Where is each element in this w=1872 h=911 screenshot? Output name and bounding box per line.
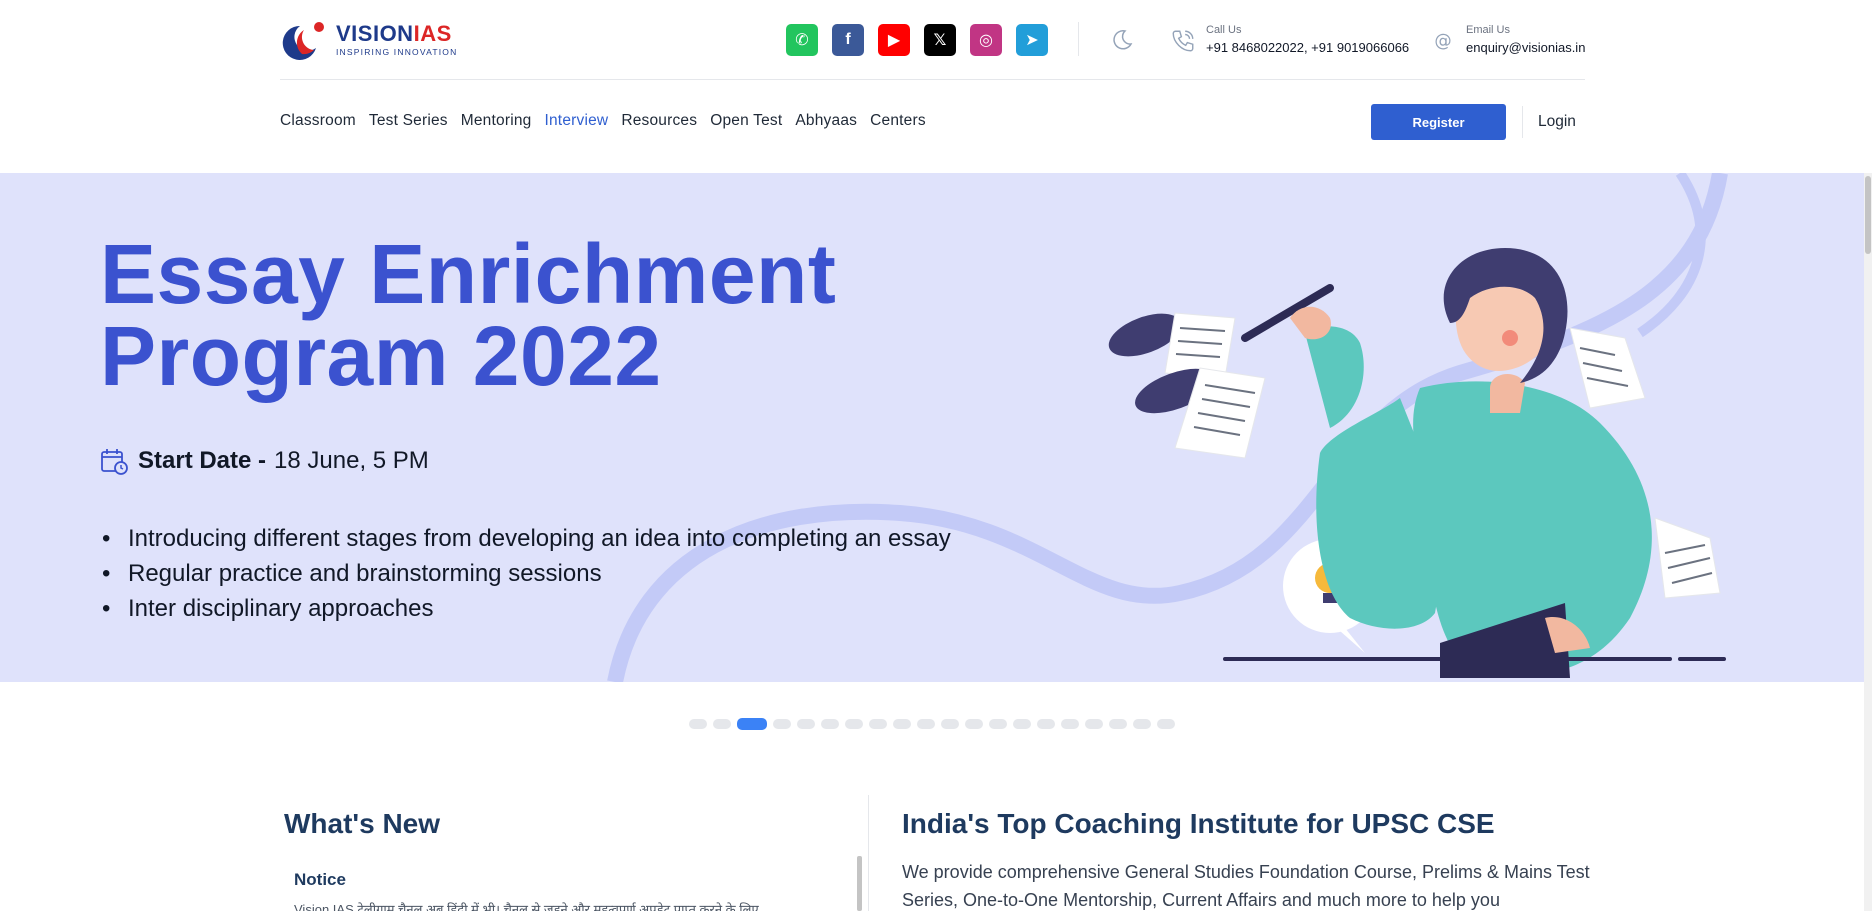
- banner-title-line2: Program 2022: [100, 309, 662, 403]
- banner-bullet-item: Introducing different stages from develo…: [102, 521, 951, 556]
- brand-name: VISIONIAS: [336, 23, 457, 45]
- contact-email[interactable]: @ Email Us enquiry@visionias.in: [1430, 24, 1585, 55]
- divider: [1078, 22, 1079, 56]
- carousel-dot[interactable]: [1013, 719, 1031, 729]
- youtube-icon[interactable]: ▶: [878, 24, 910, 56]
- carousel-dot[interactable]: [1085, 719, 1103, 729]
- nav-item-mentoring[interactable]: Mentoring: [461, 112, 532, 130]
- whatsapp-icon[interactable]: ✆: [786, 24, 818, 56]
- brand-name-part1: VISION: [336, 21, 414, 47]
- carousel-dot[interactable]: [1061, 719, 1079, 729]
- notice-heading: Notice: [294, 870, 346, 889]
- register-button[interactable]: Register: [1371, 104, 1506, 140]
- carousel-dot[interactable]: [989, 719, 1007, 729]
- facebook-icon[interactable]: f: [832, 24, 864, 56]
- nav-item-abhyaas[interactable]: Abhyaas: [795, 112, 857, 130]
- nav-item-test-series[interactable]: Test Series: [369, 112, 448, 130]
- contact-phone[interactable]: Call Us +91 8468022022, +91 9019066066: [1170, 24, 1409, 55]
- banner-bullet-item: Inter disciplinary approaches: [102, 591, 951, 626]
- carousel-indicators: [689, 718, 1175, 730]
- column-divider: [868, 795, 869, 911]
- call-label: Call Us: [1206, 24, 1242, 36]
- carousel-dot[interactable]: [965, 719, 983, 729]
- start-date-value: 18 June, 5 PM: [274, 447, 429, 474]
- carousel-dot[interactable]: [821, 719, 839, 729]
- call-value: +91 8468022022, +91 9019066066: [1206, 40, 1410, 55]
- brand-name-part2: IAS: [413, 21, 452, 47]
- carousel-dot[interactable]: [1037, 719, 1055, 729]
- about-heading: India's Top Coaching Institute for UPSC …: [902, 808, 1495, 839]
- carousel-dot[interactable]: [689, 719, 707, 729]
- nav-item-interview[interactable]: Interview: [544, 112, 608, 130]
- logo-text: VISIONIAS INSPIRING INNOVATION: [336, 23, 457, 57]
- carousel-dot[interactable]: [893, 719, 911, 729]
- page-scrollbar-thumb[interactable]: [1865, 176, 1871, 254]
- carousel-dot[interactable]: [869, 719, 887, 729]
- divider: [1522, 106, 1523, 138]
- telegram-icon[interactable]: ➤: [1016, 24, 1048, 56]
- logo[interactable]: VISIONIAS INSPIRING INNOVATION: [280, 20, 457, 60]
- email-value: enquiry@visionias.in: [1466, 40, 1586, 55]
- nav-item-classroom[interactable]: Classroom: [280, 112, 356, 130]
- phone-icon: [1172, 30, 1194, 52]
- carousel-dot[interactable]: [797, 719, 815, 729]
- at-icon: @: [1434, 31, 1451, 51]
- carousel-dot[interactable]: [713, 719, 731, 729]
- nav-item-open-test[interactable]: Open Test: [710, 112, 782, 130]
- social-links: ✆ f ▶ 𝕏 ◎ ➤: [786, 24, 1048, 56]
- banner-title: Essay Enrichment Program 2022: [100, 227, 837, 403]
- nav-item-resources[interactable]: Resources: [621, 112, 697, 130]
- page-scrollbar-track[interactable]: [1864, 173, 1872, 911]
- hero-banner[interactable]: Essay Enrichment Program 2022 Start Date…: [0, 173, 1864, 682]
- whats-new-scrollbar[interactable]: [857, 856, 862, 911]
- moon-icon: [1113, 30, 1133, 50]
- x-icon[interactable]: 𝕏: [924, 24, 956, 56]
- main-nav: Classroom Test Series Mentoring Interview Re…: [280, 112, 926, 130]
- notice-text[interactable]: Vision IAS टेलीग्राम चैनल अब हिंदी में भ…: [294, 900, 759, 911]
- banner-bullet-item: Regular practice and brainstorming sessi…: [102, 556, 951, 591]
- banner-bullet-list: Introducing different stages from develo…: [102, 521, 951, 626]
- banner-title-line1: Essay Enrichment: [100, 227, 837, 321]
- brand-tagline: INSPIRING INNOVATION: [336, 47, 458, 58]
- carousel-dot[interactable]: [917, 719, 935, 729]
- about-text: We provide comprehensive General Studies…: [902, 862, 1590, 910]
- whats-new-heading: What's New: [284, 808, 441, 839]
- login-link[interactable]: Login: [1538, 113, 1576, 131]
- banner-start-date: Start Date - 18 June, 5 PM: [100, 447, 429, 475]
- carousel-dot[interactable]: [1133, 719, 1151, 729]
- dark-mode-toggle[interactable]: [1108, 26, 1136, 54]
- top-bar: VISIONIAS INSPIRING INNOVATION ✆ f ▶ 𝕏 ◎ ➤ Ca…: [280, 0, 1585, 80]
- svg-text:@: @: [1434, 31, 1451, 51]
- carousel-dot[interactable]: [1109, 719, 1127, 729]
- carousel-dot[interactable]: [773, 719, 791, 729]
- nav-item-centers[interactable]: Centers: [870, 112, 926, 130]
- start-date-label: Start Date -: [138, 447, 267, 474]
- email-label: Email Us: [1466, 24, 1511, 36]
- carousel-dot-active[interactable]: [737, 718, 767, 730]
- carousel-dot[interactable]: [941, 719, 959, 729]
- calendar-icon: [101, 449, 128, 475]
- instagram-icon[interactable]: ◎: [970, 24, 1002, 56]
- carousel-dot[interactable]: [1157, 719, 1175, 729]
- logo-mark-icon: [280, 20, 330, 60]
- carousel-dot[interactable]: [845, 719, 863, 729]
